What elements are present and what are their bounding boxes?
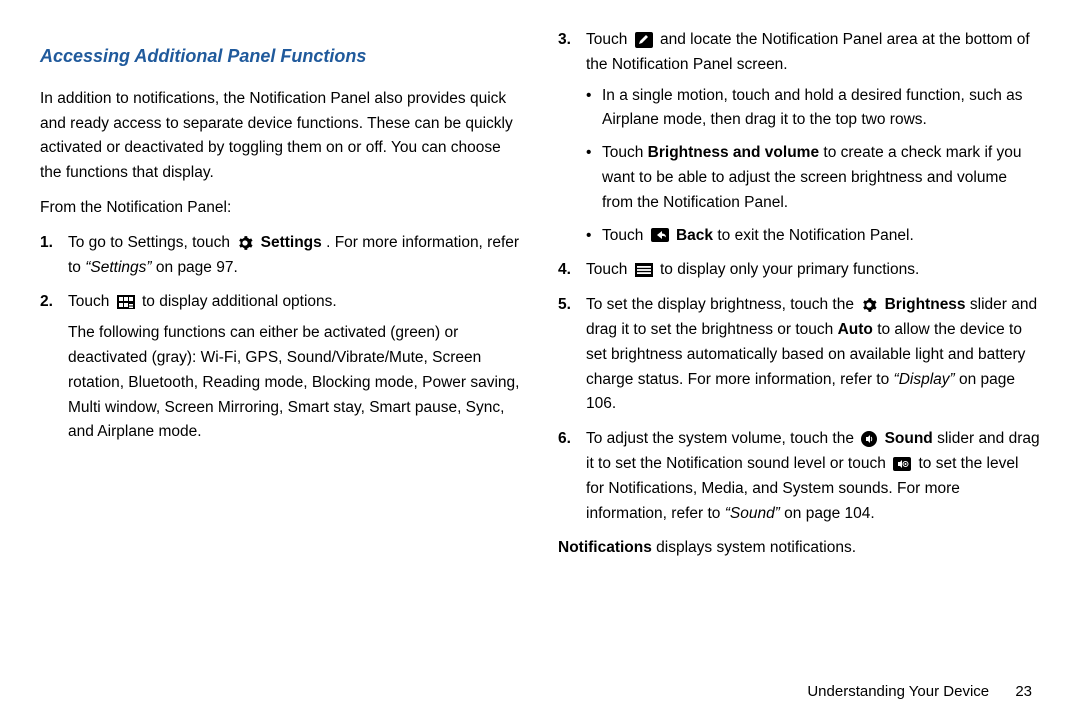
list-item-2: 2. Touch to display additional options. … — [40, 290, 522, 445]
manual-page: Accessing Additional Panel Functions In … — [0, 0, 1080, 720]
item-4-text: Touch to display only your primary funct… — [586, 258, 1040, 283]
edit-pencil-icon — [635, 32, 653, 48]
list-lines-icon — [635, 263, 653, 277]
bullet-3b: Touch Brightness and volume to create a … — [586, 141, 1040, 215]
bullet-3a: In a single motion, touch and hold a des… — [586, 84, 1040, 134]
item-number: 5. — [558, 293, 571, 318]
back-arrow-icon — [651, 228, 669, 242]
item-number: 2. — [40, 290, 53, 315]
two-column-layout: Accessing Additional Panel Functions In … — [40, 28, 1040, 571]
left-column: Accessing Additional Panel Functions In … — [40, 28, 522, 571]
ordered-list-cont: 3. Touch and locate the Notification Pan… — [558, 28, 1040, 526]
item-2-detail: The following functions can either be ac… — [68, 321, 522, 445]
grid-expand-icon — [117, 295, 135, 309]
brightness-gear-icon — [861, 297, 877, 313]
right-column: 3. Touch and locate the Notification Pan… — [558, 28, 1040, 571]
item-5-text: To set the display brightness, touch the… — [586, 293, 1040, 417]
list-item-6: 6. To adjust the system volume, touch th… — [558, 427, 1040, 526]
settings-gear-icon — [237, 235, 253, 251]
notifications-note: Notifications displays system notificati… — [558, 536, 1040, 561]
item-number: 3. — [558, 28, 571, 53]
list-item-1: 1. To go to Settings, touch Settings . F… — [40, 231, 522, 281]
item-number: 6. — [558, 427, 571, 452]
item-6-text: To adjust the system volume, touch the S… — [586, 427, 1040, 526]
item-3-text: Touch and locate the Notification Panel … — [586, 28, 1040, 78]
section-title-footer: Understanding Your Device — [807, 683, 989, 700]
item-1-text: To go to Settings, touch Settings . For … — [68, 231, 522, 281]
sound-circle-icon — [861, 431, 877, 447]
page-footer: Understanding Your Device 23 — [807, 683, 1032, 700]
intro-paragraph: In addition to notifications, the Notifi… — [40, 87, 522, 186]
sound-settings-icon — [893, 457, 911, 471]
list-item-5: 5. To set the display brightness, touch … — [558, 293, 1040, 417]
settings-label: Settings — [261, 234, 322, 251]
list-item-4: 4. Touch to display only your primary fu… — [558, 258, 1040, 283]
list-item-3: 3. Touch and locate the Notification Pan… — [558, 28, 1040, 248]
item-number: 1. — [40, 231, 53, 256]
page-number: 23 — [1015, 683, 1032, 700]
from-line: From the Notification Panel: — [40, 196, 522, 221]
item-number: 4. — [558, 258, 571, 283]
ordered-list: 1. To go to Settings, touch Settings . F… — [40, 231, 522, 445]
bullet-3c: Touch Back to exit the Notification Pane… — [586, 224, 1040, 249]
item-2-text: Touch to display additional options. — [68, 290, 522, 315]
settings-ref: “Settings” — [85, 259, 151, 276]
section-heading: Accessing Additional Panel Functions — [40, 42, 522, 71]
